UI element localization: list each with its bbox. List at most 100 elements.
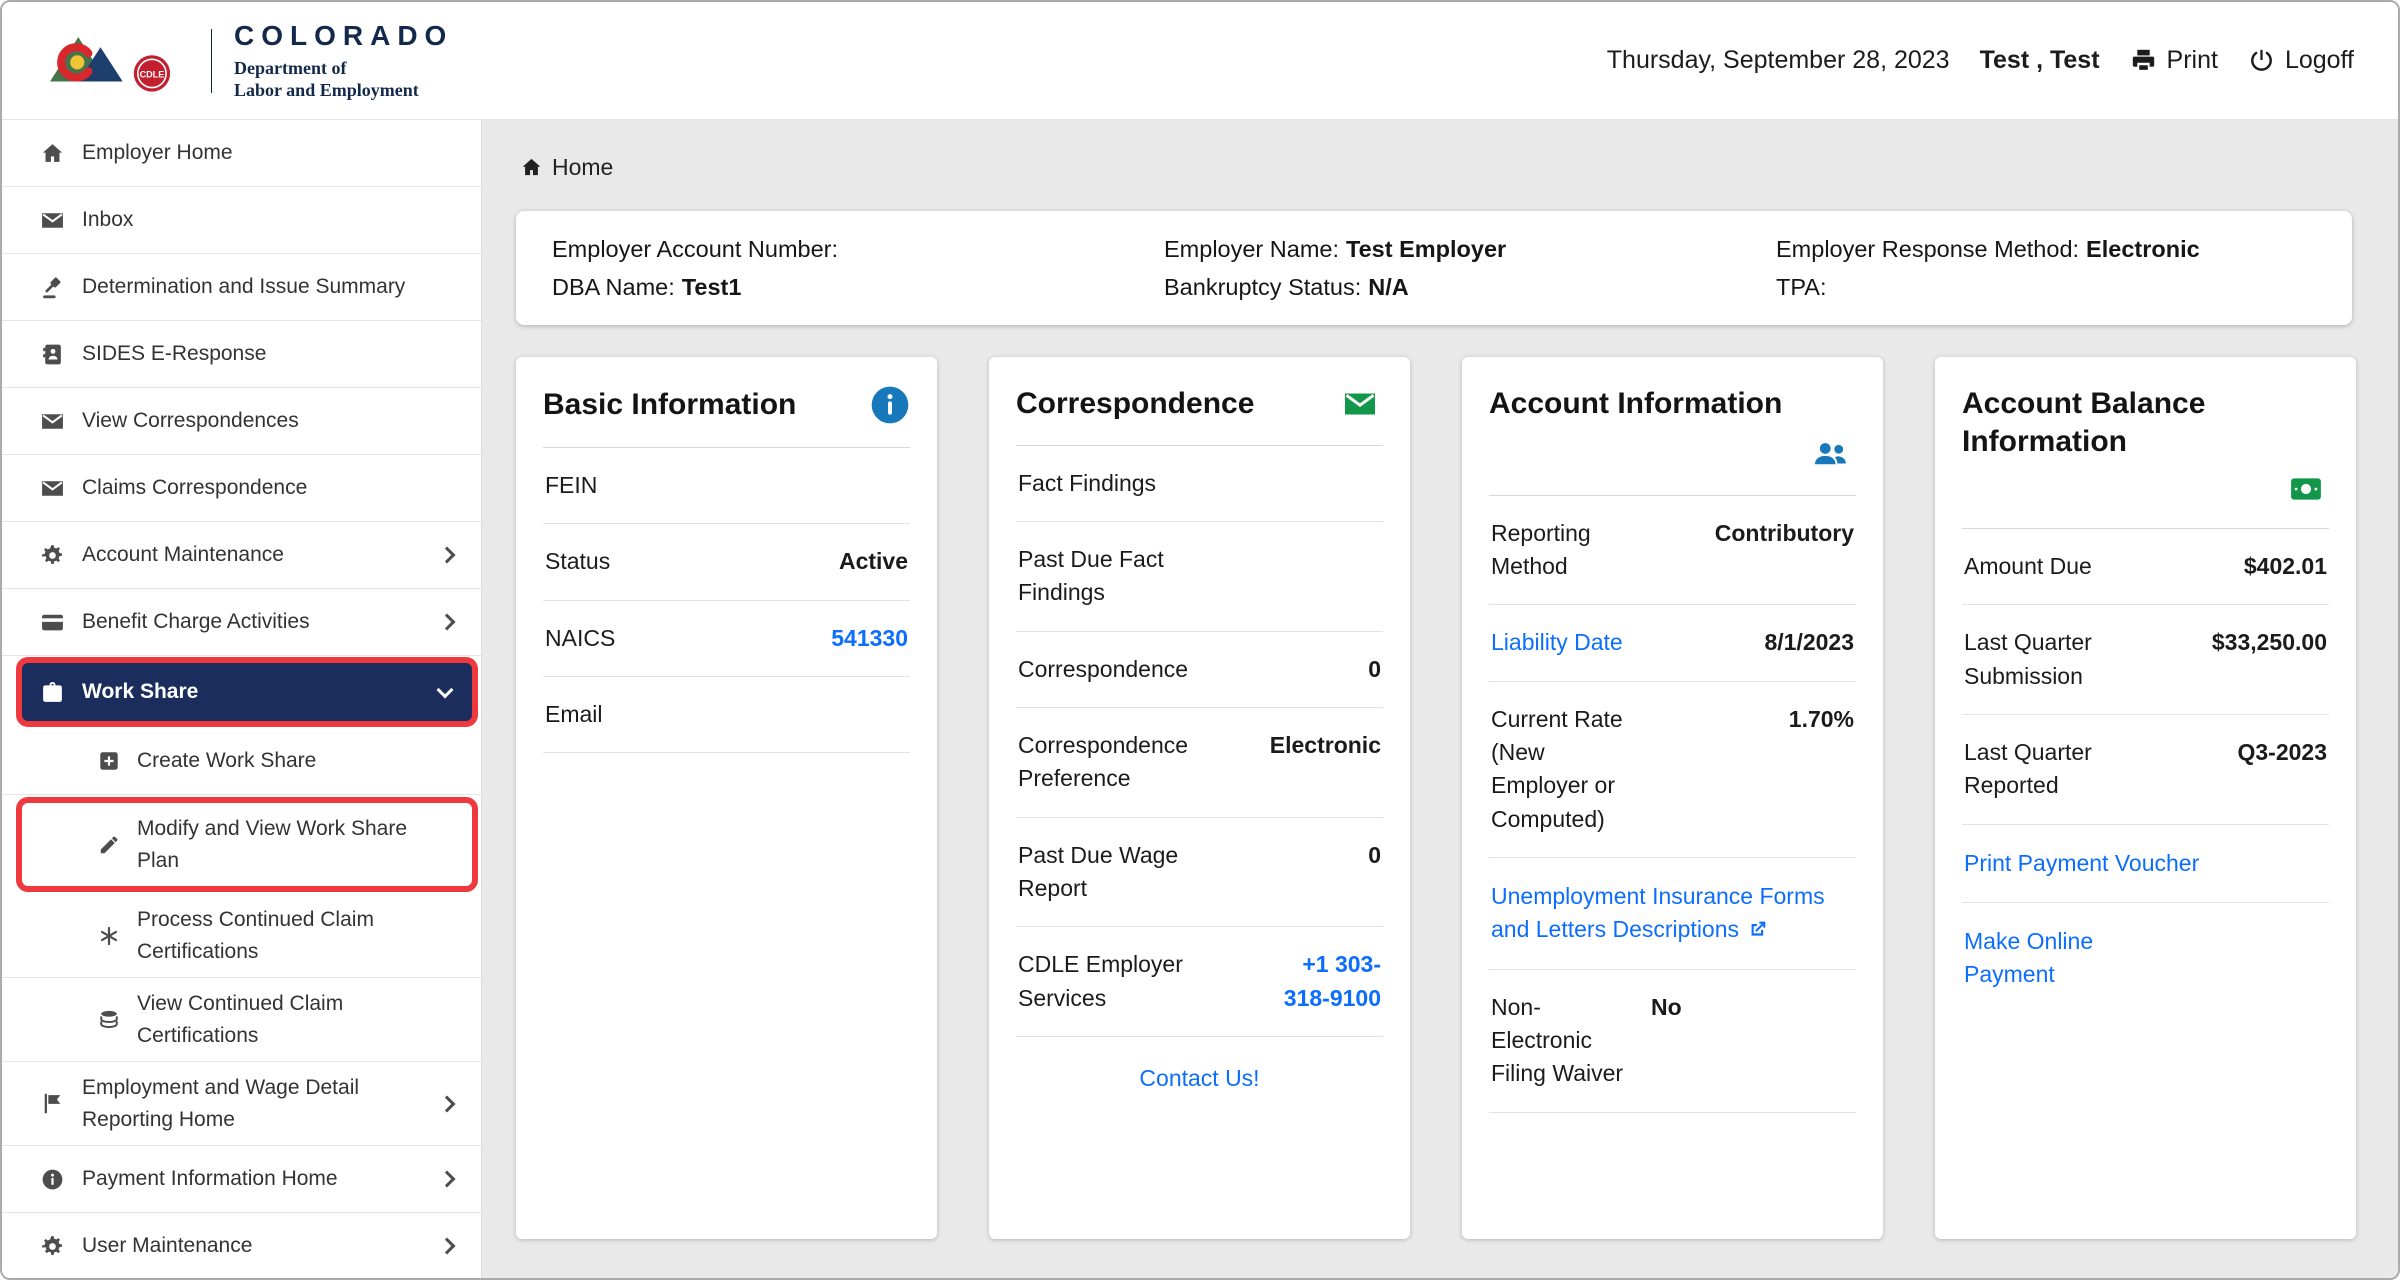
email-label: Email (545, 698, 896, 731)
power-icon (2248, 47, 2275, 74)
basic-information-card: Basic Information FEIN Status Active NAI… (516, 357, 937, 1239)
correspondence-preference-row: Correspondence Preference Electronic (1016, 708, 1383, 818)
asterisk-icon (98, 925, 120, 947)
fein-row: FEIN (543, 448, 910, 524)
money-bill-icon (2283, 472, 2329, 506)
sidebar-item-employer-home[interactable]: Employer Home (2, 120, 481, 187)
gavel-icon (40, 275, 65, 300)
sidebar-nav: Employer Home Inbox Determination and Is… (2, 120, 482, 1278)
plus-square-icon (98, 750, 120, 772)
sidebar-item-view-continued-claim-certifications[interactable]: View Continued Claim Certifications (2, 978, 481, 1062)
bankruptcy-status-label: Bankruptcy Status: (1164, 274, 1361, 300)
sidebar-item-user-maintenance[interactable]: User Maintenance (2, 1213, 481, 1278)
fact-findings-row: Fact Findings (1016, 446, 1383, 522)
print-payment-voucher-row: Print Payment Voucher (1962, 825, 2329, 903)
gears-icon (40, 543, 65, 568)
chevron-right-icon (439, 1171, 456, 1188)
chevron-right-icon (439, 1238, 456, 1255)
users-icon (1804, 435, 1856, 473)
employer-summary-col3: Employer Response Method:Electronic TPA: (1740, 230, 2352, 306)
cdle-employer-services-row: CDLE Employer Services +1 303-318-9100 (1016, 927, 1383, 1037)
pencil-icon (98, 834, 120, 856)
header-actions: Thursday, September 28, 2023 Test , Test… (1607, 46, 2354, 75)
employer-name-value: Test Employer (1346, 236, 1506, 262)
make-online-payment-link[interactable]: Make Online Payment (1964, 925, 2124, 992)
liability-date-link[interactable]: Liability Date (1491, 626, 1639, 659)
envelope-icon (40, 476, 65, 501)
naics-link[interactable]: 541330 (831, 622, 908, 655)
envelope-icon (1337, 386, 1383, 422)
sidebar-item-inbox[interactable]: Inbox (2, 187, 481, 254)
header-username: Test , Test (1980, 46, 2100, 75)
bankruptcy-status-value: N/A (1368, 274, 1408, 300)
info-circle-icon[interactable] (870, 385, 910, 425)
print-button[interactable]: Print (2130, 46, 2218, 75)
briefcase-icon (40, 680, 65, 705)
sidebar-item-account-maintenance[interactable]: Account Maintenance (2, 522, 481, 589)
amount-due-row: Amount Due $402.01 (1962, 529, 2329, 605)
status-label: Status (545, 545, 827, 578)
ui-forms-link[interactable]: Unemployment Insurance Forms and Letters… (1491, 883, 1825, 942)
home-icon (40, 141, 65, 166)
info-circle-icon (40, 1167, 65, 1192)
sidebar-item-view-correspondences[interactable]: View Correspondences (2, 388, 481, 455)
status-row: Status Active (543, 524, 910, 600)
liability-date-row: Liability Date 8/1/2023 (1489, 605, 1856, 681)
employer-summary-col1: Employer Account Number: DBA Name: Test1 (516, 230, 1128, 306)
sidebar-item-benefit-charge-activities[interactable]: Benefit Charge Activities (2, 589, 481, 656)
logoff-label: Logoff (2285, 46, 2354, 75)
correspondence-count-row: Correspondence 0 (1016, 632, 1383, 708)
colorado-logo-icon: CDLE (48, 23, 189, 98)
print-payment-voucher-link[interactable]: Print Payment Voucher (1964, 850, 2199, 876)
sidebar-item-claims-correspondence[interactable]: Claims Correspondence (2, 455, 481, 522)
fein-label: FEIN (545, 469, 896, 502)
logoff-button[interactable]: Logoff (2248, 46, 2354, 75)
brand-name: COLORADO (234, 20, 453, 52)
last-quarter-submission-row: Last Quarter Submission $33,250.00 (1962, 605, 2329, 715)
last-quarter-reported-row: Last Quarter Reported Q3-2023 (1962, 715, 2329, 825)
ui-forms-link-row: Unemployment Insurance Forms and Letters… (1489, 858, 1856, 970)
response-method-value: Electronic (2086, 236, 2200, 262)
logo-text: COLORADO Department of Labor and Employm… (234, 20, 453, 101)
sidebar-item-work-share[interactable]: Work Share (16, 657, 478, 727)
non-electronic-filing-waiver-row: Non-Electronic Filing Waiver No (1489, 970, 1856, 1113)
sidebar-item-process-continued-claim-certifications[interactable]: Process Continued Claim Certifications (2, 894, 481, 978)
correspondence-title: Correspondence (1016, 385, 1254, 423)
status-value: Active (839, 545, 908, 578)
employer-summary-bar: Employer Account Number: DBA Name:Test1 … (516, 211, 2352, 325)
sidebar-item-sides-e-response[interactable]: SIDES E-Response (2, 321, 481, 388)
dept-line1: Department of (234, 57, 453, 79)
header-date: Thursday, September 28, 2023 (1607, 46, 1950, 75)
account-information-card: Account Information Reporting Method Con… (1462, 357, 1883, 1239)
dba-name-label: DBA Name: (552, 274, 675, 300)
chevron-right-icon (439, 1095, 456, 1112)
dept-line2: Labor and Employment (234, 79, 453, 101)
address-book-icon (40, 342, 65, 367)
home-icon (520, 156, 543, 179)
contact-us-link[interactable]: Contact Us! (1139, 1065, 1259, 1091)
sidebar-item-modify-view-work-share-plan[interactable]: Modify and View Work Share Plan (16, 797, 478, 892)
correspondence-card: Correspondence Fact Findings Past Due Fa… (989, 357, 1410, 1239)
employer-account-number-label: Employer Account Number: (552, 236, 838, 262)
response-method-label: Employer Response Method: (1776, 236, 2079, 262)
account-balance-card: Account Balance Information Amount Due $… (1935, 357, 2356, 1239)
sidebar-item-employment-wage-detail-reporting-home[interactable]: Employment and Wage Detail Reporting Hom… (2, 1062, 481, 1146)
sidebar-item-payment-information-home[interactable]: Payment Information Home (2, 1146, 481, 1213)
external-link-icon (1747, 916, 1769, 938)
cdle-badge-text: CDLE (140, 70, 165, 80)
sidebar-item-create-work-share[interactable]: Create Work Share (2, 728, 481, 795)
make-online-payment-row: Make Online Payment (1962, 903, 2329, 1014)
current-rate-row: Current Rate (New Employer or Computed) … (1489, 682, 1856, 858)
dba-name-value: Test1 (682, 274, 742, 300)
past-due-wage-report-row: Past Due Wage Report 0 (1016, 818, 1383, 928)
main-content: Home Employer Account Number: DBA Name: T… (482, 120, 2398, 1278)
breadcrumb-home[interactable]: Home (520, 154, 613, 181)
logo-divider (211, 29, 212, 93)
past-due-fact-findings-row: Past Due Fact Findings (1016, 522, 1383, 632)
sidebar-item-determination-issue-summary[interactable]: Determination and Issue Summary (2, 254, 481, 321)
flag-icon (40, 1091, 65, 1116)
app-window: CDLE COLORADO Department of Labor and Em… (0, 0, 2400, 1280)
cdle-phone-link[interactable]: +1 303-318-9100 (1265, 948, 1381, 1015)
print-label: Print (2167, 46, 2218, 75)
dashboard-cards: Basic Information FEIN Status Active NAI… (516, 357, 2352, 1239)
